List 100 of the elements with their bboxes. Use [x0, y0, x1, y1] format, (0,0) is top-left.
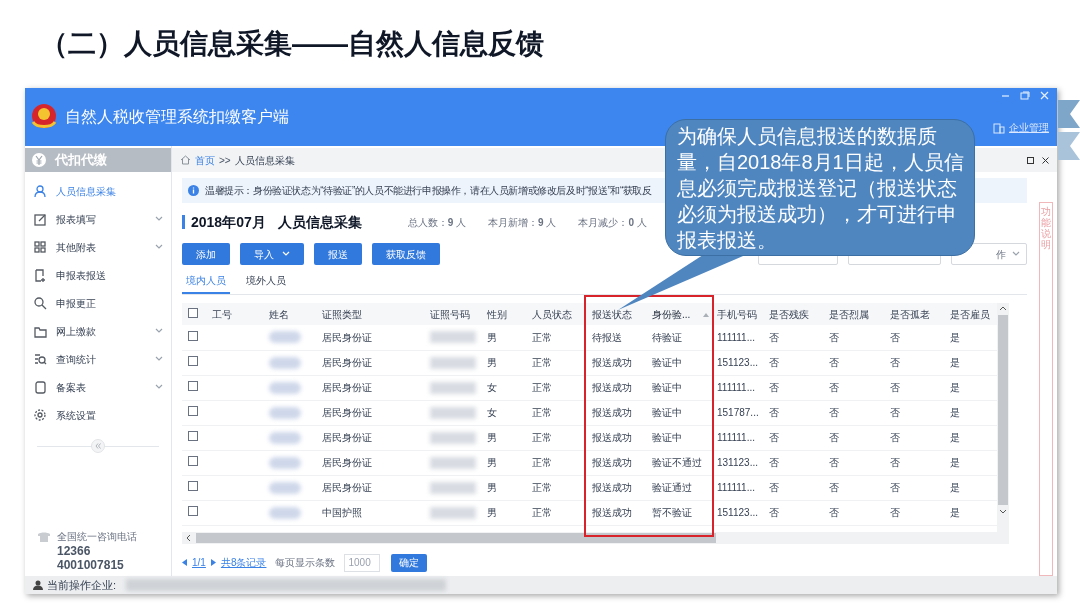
blurred-patch [430, 381, 476, 394]
sidebar-item[interactable]: 申报表报送 [25, 261, 171, 289]
blurred-patch [430, 356, 476, 369]
table-cell: 否 [886, 400, 946, 425]
checkbox[interactable] [188, 506, 198, 516]
column-header[interactable]: 是否雇员 [950, 306, 993, 322]
toolbar-button[interactable]: 获取反馈 [372, 243, 440, 265]
status-text: 当前操作企业: [47, 577, 117, 593]
column-header[interactable]: 证照类型 [322, 306, 422, 322]
scroll-up-icon[interactable] [999, 305, 1007, 313]
column-header[interactable]: 人员状态 [532, 306, 584, 322]
toolbar-button[interactable]: 导入 [240, 243, 304, 265]
table-cell: 否 [886, 500, 946, 525]
column-header[interactable]: 证照号码 [430, 306, 479, 322]
previous-page-icon[interactable] [182, 559, 187, 566]
sidebar-item[interactable]: 查询统计 [25, 345, 171, 373]
table-cell: 报送成功 [588, 400, 648, 425]
column-header[interactable]: 性别 [487, 306, 524, 322]
tab[interactable]: 境内人员 [182, 273, 230, 294]
table-cell: 否 [765, 450, 825, 475]
table-cell: 正常 [528, 450, 588, 475]
table-cell: 否 [765, 350, 825, 375]
table-cell: 男 [483, 425, 528, 450]
blurred-patch [430, 406, 476, 419]
sidebar-item[interactable]: 网上缴款 [25, 317, 171, 345]
table-cell: 女 [483, 400, 528, 425]
chevron-down-icon [282, 251, 290, 257]
table-cell: 151123... [713, 350, 765, 375]
table-cell: 151123... [713, 500, 765, 525]
sidebar-item[interactable]: 申报更正 [25, 289, 171, 317]
column-header[interactable]: 是否孤老 [890, 306, 942, 322]
record-count: 共8条记录 [220, 556, 267, 570]
table-cell: 131123... [713, 450, 765, 475]
table-cell: 正常 [528, 325, 588, 350]
table-cell: 居民身份证 [318, 475, 426, 500]
scroll-left-icon[interactable] [185, 533, 193, 542]
table-cell: 暂不验证 [648, 500, 713, 525]
column-header[interactable]: 是否烈属 [829, 306, 882, 322]
table-cell: 验证中 [648, 425, 713, 450]
hotline-number: 12366 [56, 544, 92, 558]
table-cell: 居民身份证 [318, 350, 426, 375]
checkbox[interactable] [188, 481, 198, 491]
column-header[interactable]: 是否残疾 [769, 306, 821, 322]
table-cell: 正常 [528, 425, 588, 450]
table-cell: 验证通过 [648, 475, 713, 500]
column-header[interactable]: 手机号码 [717, 306, 761, 322]
blurred-patch [430, 456, 476, 469]
next-page-icon[interactable] [210, 559, 216, 566]
close-icon[interactable] [1042, 156, 1049, 164]
tab[interactable]: 境外人员 [242, 273, 290, 294]
table-cell: 否 [765, 500, 825, 525]
table-cell: 正常 [528, 400, 588, 425]
confirm-button[interactable]: 确定 [391, 553, 428, 572]
blurred-patch [269, 356, 301, 369]
sidebar-item[interactable]: 人员信息采集 [25, 177, 171, 205]
scroll-down-icon[interactable] [999, 507, 1007, 515]
toolbar-button[interactable]: 报送 [314, 243, 362, 265]
checkbox[interactable] [188, 307, 198, 318]
sidebar-item[interactable]: 其他附表 [25, 233, 171, 261]
stat-text: 总人数：9 人 [407, 215, 467, 230]
column-header[interactable]: 报送状态 [592, 306, 644, 322]
table-cell: 正常 [528, 500, 588, 525]
table-cell: 正常 [528, 375, 588, 400]
column-header[interactable]: 身份验... [652, 306, 709, 322]
home-icon[interactable] [180, 155, 191, 165]
table-cell: 111111... [713, 475, 765, 500]
table-cell: 验证不通过 [648, 450, 713, 475]
table-cell: 否 [886, 475, 946, 500]
table-cell: 111111... [713, 325, 765, 350]
table-cell: 否 [825, 325, 886, 350]
checkbox[interactable] [188, 406, 198, 416]
checkbox[interactable] [188, 330, 198, 341]
horizontal-scrollbar-thumb[interactable] [196, 532, 716, 543]
sidebar-item[interactable]: 系统设置 [25, 401, 171, 429]
column-header[interactable]: 姓名 [269, 306, 314, 322]
menu-item-icon [33, 268, 47, 282]
checkbox[interactable] [188, 356, 198, 366]
table-cell: 否 [765, 475, 825, 500]
blurred-patch [269, 381, 301, 394]
menu-item-icon [33, 352, 47, 366]
restore-icon[interactable] [1020, 91, 1030, 100]
menu-item-icon [33, 296, 47, 310]
sidebar-item[interactable]: 备案表 [25, 373, 171, 401]
period-heading: 2018年07月 [191, 212, 266, 232]
checkbox[interactable] [188, 431, 198, 441]
menu-item-icon [33, 408, 47, 422]
checkbox[interactable] [188, 381, 198, 391]
checkbox[interactable] [188, 456, 198, 466]
maximize-icon[interactable] [1027, 156, 1034, 164]
blurred-patch [430, 506, 476, 519]
table-cell: 否 [765, 375, 825, 400]
toolbar-button[interactable]: 添加 [182, 243, 230, 265]
table-cell: 否 [825, 475, 886, 500]
vertical-scrollbar-thumb[interactable] [998, 315, 1008, 505]
column-header[interactable]: 工号 [212, 306, 261, 322]
table-cell: 是 [946, 450, 997, 475]
ribbon-drawing [1058, 100, 1080, 160]
sidebar-item[interactable]: 报表填写 [25, 205, 171, 233]
table-cell: 111111... [713, 425, 765, 450]
breadcrumb-home-link[interactable]: 首页 [195, 152, 215, 168]
